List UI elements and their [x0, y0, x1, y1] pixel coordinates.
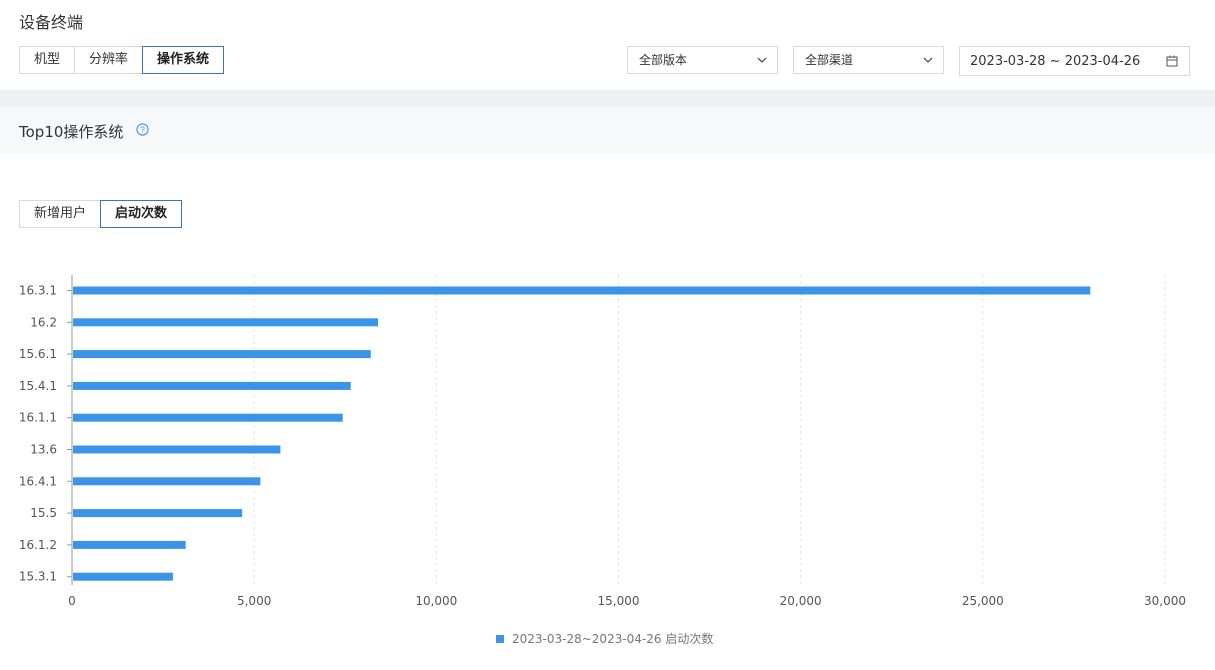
- top10-os-bar-chart: 0 5,000 10,000 15,000 20,000 25,000 30,000 16.3…: [19, 275, 1186, 608]
- bar: [73, 381, 351, 390]
- help-icon[interactable]: ?: [136, 123, 149, 136]
- x-tick-label: 20,000: [780, 594, 822, 608]
- bar: [73, 318, 379, 327]
- channel-select-value: 全部渠道: [805, 53, 854, 67]
- bar: [73, 286, 1091, 295]
- y-tick-label: 16.3.1: [19, 284, 57, 298]
- date-range-value: 2023-03-28 ~ 2023-04-26: [970, 54, 1141, 69]
- bar: [73, 572, 173, 581]
- bar: [73, 509, 243, 518]
- section-divider: [0, 90, 1215, 106]
- x-tick-label: 0: [68, 594, 76, 608]
- chevron-down-icon: [923, 57, 933, 63]
- y-tick-label: 16.1.1: [19, 411, 57, 425]
- x-tick-label: 30,000: [1144, 594, 1186, 608]
- version-select-value: 全部版本: [639, 53, 688, 67]
- page-title: 设备终端: [19, 13, 84, 32]
- tab-device-model[interactable]: 机型: [19, 46, 76, 74]
- x-tick-label: 15,000: [598, 594, 640, 608]
- y-tick-label: 16.2: [30, 315, 57, 329]
- section-header: [0, 106, 1215, 154]
- channel-select[interactable]: 全部渠道: [793, 46, 944, 74]
- metric-tabs: 新增用户 启动次数: [19, 200, 183, 228]
- date-range-picker[interactable]: 2023-03-28 ~ 2023-04-26: [959, 46, 1190, 76]
- y-tick-label: 15.5: [30, 506, 57, 520]
- x-tick-label: 25,000: [962, 594, 1004, 608]
- tab-resolution[interactable]: 分辨率: [74, 46, 144, 74]
- legend-label: 2023-03-28~2023-04-26 启动次数: [512, 632, 714, 646]
- x-tick-label: 10,000: [415, 594, 457, 608]
- y-tick-label: 13.6: [30, 443, 57, 457]
- tab-new-users[interactable]: 新增用户: [19, 200, 102, 228]
- svg-text:?: ?: [140, 125, 145, 135]
- bar: [73, 445, 281, 454]
- y-tick-label: 15.4.1: [19, 379, 57, 393]
- version-select[interactable]: 全部版本: [627, 46, 778, 74]
- y-tick-label: 16.1.2: [19, 538, 57, 552]
- bar: [73, 477, 261, 486]
- y-tick-label: 16.4.1: [19, 474, 57, 488]
- bar: [73, 413, 343, 422]
- legend-swatch: [496, 634, 504, 643]
- chart-legend[interactable]: 2023-03-28~2023-04-26 启动次数: [496, 630, 713, 647]
- tab-operating-system[interactable]: 操作系统: [142, 46, 225, 74]
- chevron-down-icon: [757, 57, 767, 63]
- section-title: Top10操作系统: [19, 123, 124, 141]
- y-tick-label: 15.3.1: [19, 570, 57, 584]
- dimension-tabs: 机型 分辨率 操作系统: [19, 46, 225, 74]
- bar: [73, 350, 371, 359]
- tab-launch-count[interactable]: 启动次数: [100, 200, 183, 228]
- bar: [73, 540, 186, 549]
- calendar-icon: [1166, 55, 1178, 67]
- x-tick-label: 5,000: [237, 594, 271, 608]
- y-tick-label: 15.6.1: [19, 347, 57, 361]
